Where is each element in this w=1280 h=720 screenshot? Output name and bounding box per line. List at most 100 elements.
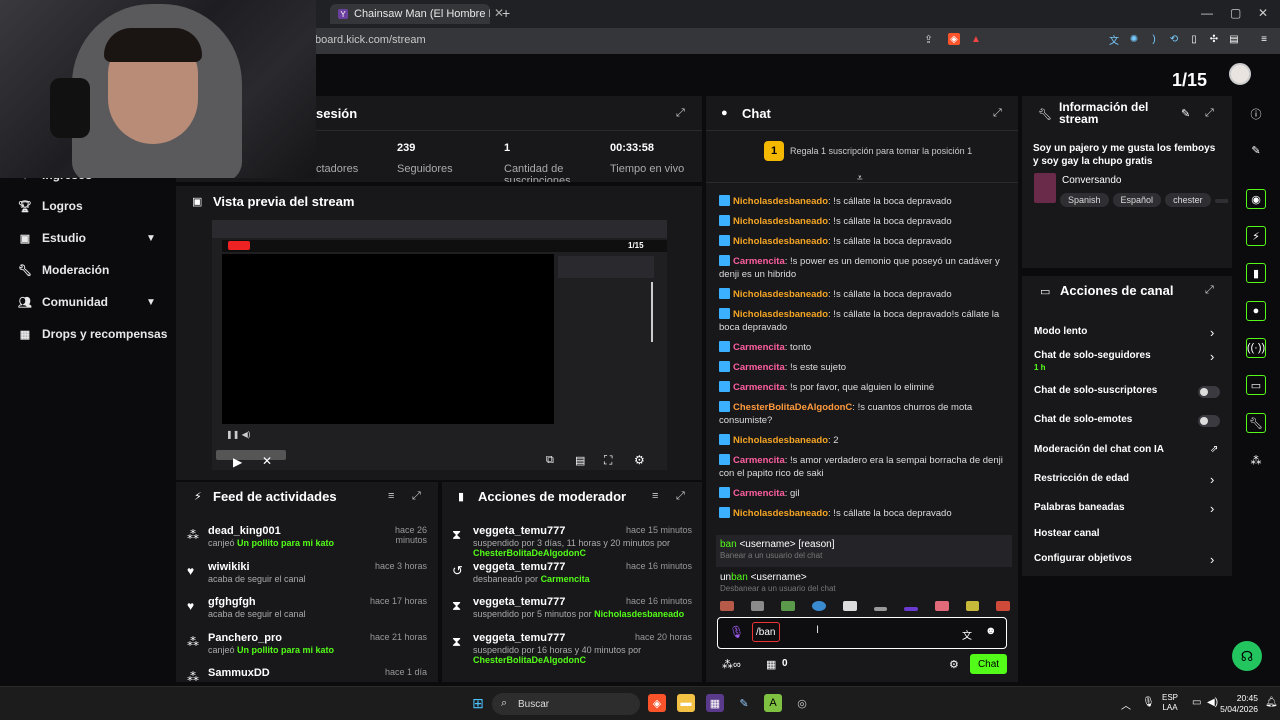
app-icon[interactable]: A <box>764 694 782 712</box>
chevron-right-icon[interactable]: › <box>1210 501 1214 516</box>
moderator-name[interactable]: ChesterBolitaDeAlgodonC <box>473 655 586 665</box>
url-text[interactable]: board.kick.com/stream <box>315 34 426 46</box>
moderator-name[interactable]: ChesterBolitaDeAlgodonC <box>473 548 586 558</box>
settings-gear-icon[interactable]: ⚙ <box>634 453 645 467</box>
share-icon[interactable]: ⇪ <box>924 33 933 46</box>
language-indicator[interactable]: ESP LAA <box>1162 693 1178 713</box>
chevron-right-icon[interactable]: › <box>1210 472 1214 487</box>
expand-icon[interactable]: ⤢ <box>676 107 685 120</box>
channel-action-label[interactable]: Chat de solo-suscriptores <box>1034 385 1157 396</box>
reader-icon[interactable]: ▤ <box>1228 33 1240 45</box>
maximize-icon[interactable]: ▢ <box>1230 6 1241 20</box>
moderator-name[interactable]: Carmencita <box>541 574 590 584</box>
sidebar-item-drops[interactable]: ▦ Drops y recompensas <box>18 327 168 341</box>
screen-icon[interactable]: ▭ <box>1246 375 1266 395</box>
expand-icon[interactable]: ⤢ <box>412 490 421 503</box>
moderated-username[interactable]: veggeta_temu777 <box>473 596 565 608</box>
pip-icon[interactable]: ▤ <box>575 454 585 467</box>
expand-icon[interactable]: ⤢ <box>1205 107 1214 120</box>
audio-extension-icon[interactable]: ) <box>1148 33 1160 45</box>
toggle-switch[interactable] <box>1198 415 1220 427</box>
moderated-username[interactable]: veggeta_temu777 <box>473 561 565 573</box>
chevron-right-icon[interactable]: › <box>1210 325 1214 340</box>
minimize-icon[interactable]: — <box>1201 6 1213 20</box>
windows-start-icon[interactable]: ⊞ <box>469 694 487 712</box>
emote-icon[interactable] <box>965 601 980 611</box>
app-icon[interactable]: ✎ <box>735 694 753 712</box>
sidebar-toggle-icon[interactable]: ▯ <box>1188 33 1200 45</box>
translate-icon[interactable]: 文 <box>962 627 972 642</box>
channel-action-label[interactable]: Restricción de edad <box>1034 473 1129 484</box>
expand-icon[interactable]: ⤢ <box>993 107 1002 120</box>
sidebar-item-logros[interactable]: 🏆︎ Logros <box>18 199 83 213</box>
chat-username[interactable]: Nicholasdesbaneado <box>733 289 828 300</box>
chat-input[interactable]: /ban <box>752 622 780 642</box>
emote-icon[interactable] <box>750 601 765 611</box>
volume-tray-icon[interactable]: ◀) <box>1207 697 1218 708</box>
microphone-tray-icon[interactable]: 🎙︎ <box>1142 697 1155 708</box>
expand-icon[interactable]: ⤢ <box>676 490 685 503</box>
expand-icon[interactable]: ⤢ <box>1205 284 1214 297</box>
tray-chevron-icon[interactable]: ︿ <box>1121 697 1131 712</box>
chevron-right-icon[interactable]: › <box>1210 552 1214 567</box>
gift-icon[interactable]: ▦ <box>766 658 776 671</box>
obs-icon[interactable]: ◎ <box>793 694 811 712</box>
sidebar-item-moderacion[interactable]: 🔧︎ Moderación <box>18 263 109 277</box>
moderator-name[interactable]: Nicholasdesbaneado <box>594 609 684 619</box>
chat-username[interactable]: Carmencita <box>733 342 785 353</box>
theater-icon[interactable]: ⧉ <box>546 454 554 467</box>
chat-username[interactable]: Nicholasdesbaneado <box>733 309 828 320</box>
pencil-icon[interactable]: ✎ <box>1246 140 1266 160</box>
clock[interactable]: 20:45 5/04/2026 <box>1220 693 1258 715</box>
chat-settings-gear-icon[interactable]: ⚙ <box>949 658 959 671</box>
extension-icon[interactable]: ✺ <box>1128 33 1140 45</box>
emote-icon[interactable] <box>996 601 1011 611</box>
clipboard-icon[interactable]: ▮ <box>1246 263 1266 283</box>
app-icon[interactable]: ▦ <box>706 694 724 712</box>
channel-action-label[interactable]: Hostear canal <box>1034 528 1100 539</box>
channel-points-icon[interactable]: ⁂∞ <box>722 658 741 671</box>
edit-pencil-icon[interactable]: ✎ <box>1181 107 1190 120</box>
chat-username[interactable]: Carmencita <box>733 382 785 393</box>
external-link-icon[interactable]: ⇗ <box>1210 444 1218 455</box>
chat-username[interactable]: Nicholasdesbaneado <box>733 508 828 519</box>
chat-username[interactable]: Nicholasdesbaneado <box>733 196 828 207</box>
info-icon[interactable]: ⓘ <box>1246 104 1266 124</box>
emote-icon[interactable] <box>812 601 826 611</box>
emote-icon[interactable] <box>781 601 796 611</box>
tag[interactable]: chester <box>1165 193 1211 207</box>
emote-icon[interactable] <box>842 601 857 611</box>
moderated-username[interactable]: veggeta_temu777 <box>473 525 565 537</box>
toggle-switch[interactable] <box>1198 386 1220 398</box>
translate-icon[interactable]: 文 <box>1108 33 1120 47</box>
feed-username[interactable]: SammuxDD <box>208 667 270 679</box>
browser-tab[interactable]: Y Chainsaw Man (El Hombre Motosie... <box>330 4 490 24</box>
brave-browser-icon[interactable]: ◈ <box>648 694 666 712</box>
redeem-icon[interactable]: ⁂ <box>1246 450 1266 470</box>
sidebar-item-estudio[interactable]: ▣ Estudio ▼ <box>18 231 168 245</box>
fullscreen-icon[interactable]: ⛶ <box>604 453 612 468</box>
feed-username[interactable]: Panchero_pro <box>208 632 282 644</box>
chat-username[interactable]: Nicholasdesbaneado <box>733 216 828 227</box>
channel-action-label[interactable]: Moderación del chat con IA <box>1034 444 1164 455</box>
volume-muted-icon[interactable]: ✕ <box>262 454 272 468</box>
tag[interactable]: Español <box>1112 193 1162 207</box>
chat-username[interactable]: Carmencita <box>733 362 785 373</box>
emote-icon[interactable] <box>934 601 949 611</box>
extensions-puzzle-icon[interactable]: ✣ <box>1208 33 1220 45</box>
chat-username[interactable]: Carmencita <box>733 256 785 267</box>
channel-action-label[interactable]: Configurar objetivos <box>1034 553 1132 564</box>
gift-prompt[interactable]: Regala 1 suscripción para tomar la posic… <box>790 146 972 156</box>
file-explorer-icon[interactable]: ▬ <box>677 694 695 712</box>
scan-icon[interactable]: ◉ <box>1246 189 1266 209</box>
chat-username[interactable]: Carmencita <box>733 455 785 466</box>
feed-username[interactable]: gfghgfgh <box>208 596 256 608</box>
chat-username[interactable]: Carmencita <box>733 488 785 499</box>
channel-action-label[interactable]: Chat de solo-emotes <box>1034 414 1132 425</box>
notification-bell-icon[interactable]: 🔔︎ <box>1265 697 1278 708</box>
channel-action-label[interactable]: Modo lento <box>1034 326 1087 337</box>
channel-action-label[interactable]: Palabras baneadas <box>1034 502 1125 513</box>
feed-username[interactable]: dead_king001 <box>208 525 281 537</box>
display-tray-icon[interactable]: ▭ <box>1192 697 1201 708</box>
broadcast-icon[interactable]: ((·)) <box>1246 338 1266 358</box>
